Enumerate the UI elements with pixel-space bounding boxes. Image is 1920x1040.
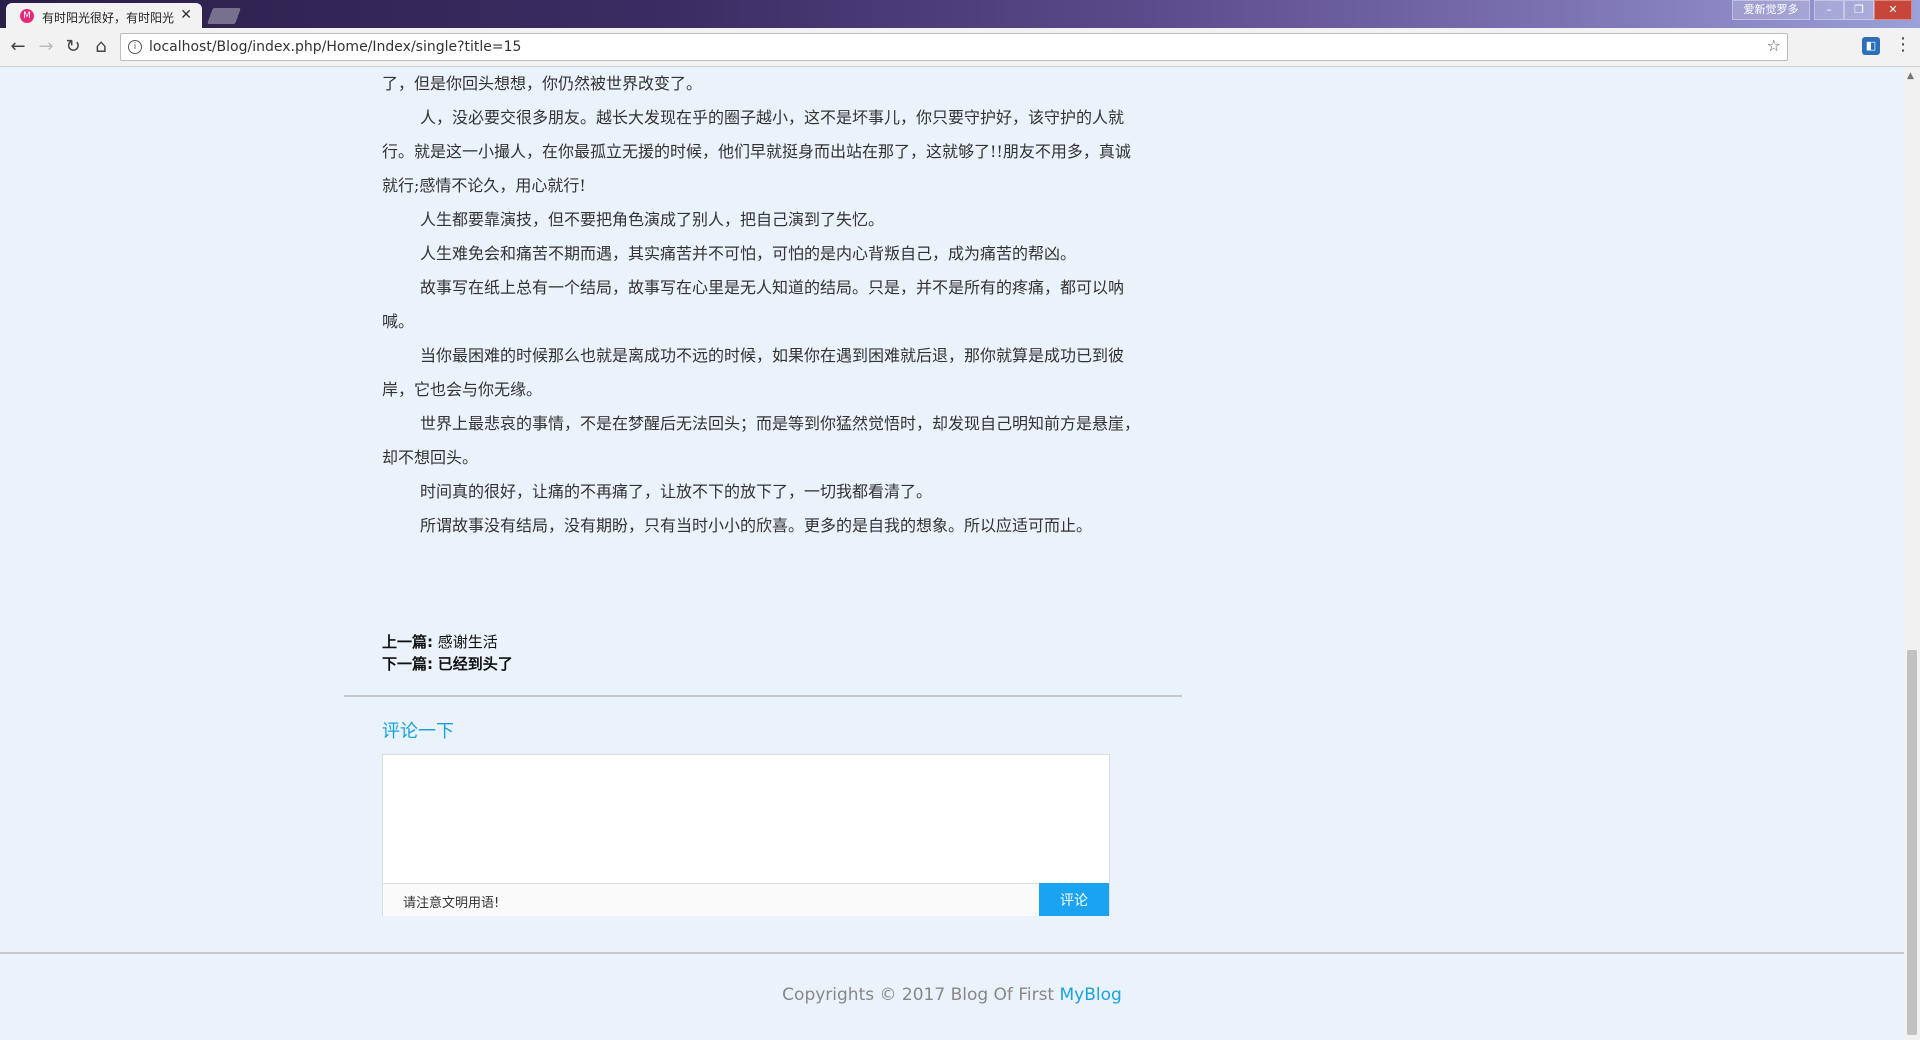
article-paragraph: 当你最困难的时候那么也就是离成功不远的时候，如果你在遇到困难就后退，那你就算是成… <box>382 346 1125 399</box>
home-icon[interactable]: ⌂ <box>90 36 112 58</box>
restore-button[interactable]: ❐ <box>1844 0 1874 20</box>
browser-titlebar: M 有时阳光很好，有时阳光 ✕ 爱新觉罗多 – ❐ ✕ <box>0 0 1920 28</box>
scroll-up-arrow-icon[interactable]: ▲ <box>1907 71 1914 81</box>
extension-icon[interactable]: ◧ <box>1862 37 1880 55</box>
site-favicon-icon: M <box>20 9 34 23</box>
back-icon[interactable]: ← <box>7 36 29 58</box>
comment-textarea[interactable] <box>383 755 1109 881</box>
article-paragraph: 人，没必要交很多朋友。越长大发现在乎的圈子越小，这不是坏事儿，你只要守护好，该守… <box>382 108 1131 195</box>
article-paragraph: 人生难免会和痛苦不期而遇，其实痛苦并不可怕，可怕的是内心背叛自己，成为痛苦的帮凶… <box>420 244 1077 263</box>
profile-button[interactable]: 爱新觉罗多 <box>1732 0 1810 20</box>
minimize-button[interactable]: – <box>1814 0 1844 20</box>
comment-hint-input[interactable] <box>401 889 905 913</box>
tab-active[interactable]: M 有时阳光很好，有时阳光 ✕ <box>6 3 202 28</box>
browser-menu-icon[interactable]: ⋮ <box>1894 34 1912 55</box>
scrollbar-thumb[interactable] <box>1907 650 1917 1035</box>
prev-label: 上一篇: <box>382 633 433 651</box>
article-body: 了，但是你回头想想，你仍然被世界改变了。 人，没必要交很多朋友。越长大发现在乎的… <box>382 67 1142 543</box>
section-divider <box>344 695 1182 697</box>
address-bar[interactable]: i ☆ <box>120 33 1788 61</box>
next-article-link[interactable]: 下一篇: 已经到头了 <box>382 653 513 675</box>
next-title: 已经到头了 <box>437 655 513 673</box>
bookmark-star-icon[interactable]: ☆ <box>1767 36 1781 55</box>
vertical-scrollbar[interactable]: ▲ <box>1904 67 1920 1040</box>
site-info-icon[interactable]: i <box>128 40 142 54</box>
article-paragraph: 时间真的很好，让痛的不再痛了，让放不下的放下了，一切我都看清了。 <box>420 482 933 501</box>
article-paragraph: 人生都要靠演技，但不要把角色演成了别人，把自己演到了失忆。 <box>420 210 885 229</box>
browser-toolbar: ← → ↻ ⌂ i ☆ ◧ ⋮ <box>0 28 1920 67</box>
article-navigation: 上一篇: 感谢生活 下一篇: 已经到头了 <box>382 631 513 675</box>
comment-section-title: 评论一下 <box>382 721 454 742</box>
comment-form-footer: 评论 <box>383 883 1109 916</box>
comment-form: 评论 <box>382 754 1110 916</box>
footer-divider <box>0 952 1904 954</box>
article-paragraph: 了，但是你回头想想，你仍然被世界改变了。 <box>382 74 703 93</box>
article-paragraph: 世界上最悲哀的事情，不是在梦醒后无法回头；而是等到你猛然觉悟时，却发现自己明知前… <box>382 414 1141 467</box>
page-content: 了，但是你回头想想，你仍然被世界改变了。 人，没必要交很多朋友。越长大发现在乎的… <box>0 67 1904 1040</box>
site-footer: Copyrights © 2017 Blog Of First MyBlog <box>0 985 1904 1005</box>
prev-article-link[interactable]: 上一篇: 感谢生活 <box>382 631 513 653</box>
prev-title: 感谢生活 <box>437 633 498 651</box>
tab-title: 有时阳光很好，有时阳光 <box>42 11 175 25</box>
footer-blog-link[interactable]: MyBlog <box>1060 985 1122 1005</box>
article-paragraph: 所谓故事没有结局，没有期盼，只有当时小小的欣喜。更多的是自我的想象。所以应适可而… <box>420 516 1093 535</box>
new-tab-button[interactable] <box>207 8 241 24</box>
tab-close-icon[interactable]: ✕ <box>180 7 192 23</box>
reload-icon[interactable]: ↻ <box>62 36 84 58</box>
copyright-text: Copyrights © 2017 Blog Of First <box>782 985 1055 1005</box>
next-label: 下一篇: <box>382 655 433 673</box>
comment-submit-button[interactable]: 评论 <box>1039 883 1109 916</box>
background-tabs[interactable] <box>250 6 1500 24</box>
forward-icon[interactable]: → <box>35 36 57 58</box>
close-window-button[interactable]: ✕ <box>1874 0 1912 20</box>
article-paragraph: 故事写在纸上总有一个结局，故事写在心里是无人知道的结局。只是，并不是所有的疼痛，… <box>382 278 1125 331</box>
url-input[interactable] <box>147 36 1711 58</box>
